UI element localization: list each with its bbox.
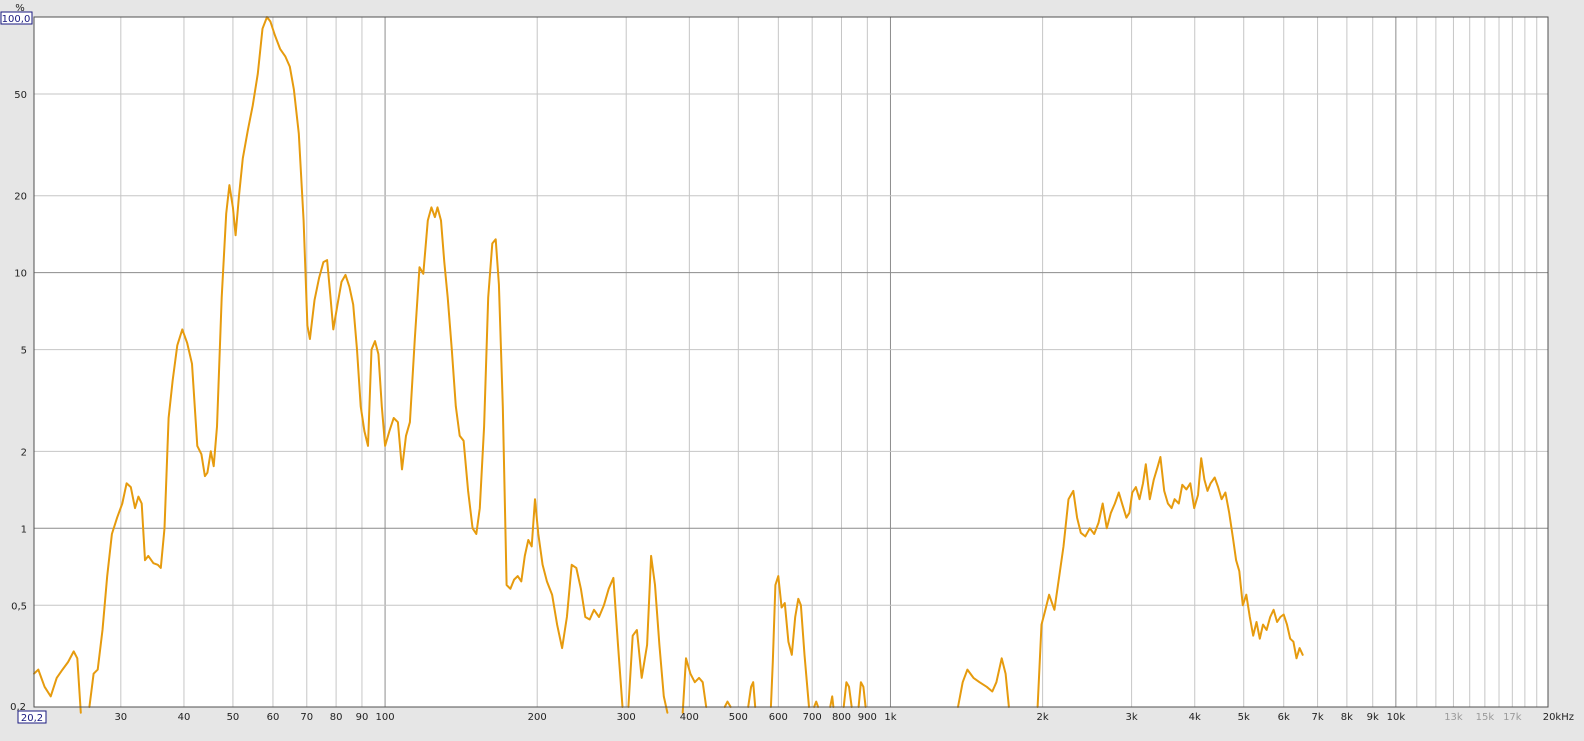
x-tick-label: 300: [617, 712, 636, 723]
x-tick-label: 700: [803, 712, 822, 723]
x-left-label: 20,2: [21, 713, 43, 724]
x-tick-label: 100: [376, 712, 395, 723]
chart-svg: 30 40 50 60 70 80 90 100 200 300 400 500 600 700 800 90…: [0, 3, 1574, 724]
y-tick-label: 10: [14, 269, 27, 280]
plot-area: [34, 17, 1548, 707]
x-tick-label: 400: [680, 712, 699, 723]
x-tick-label: 9k: [1367, 712, 1379, 723]
x-tick-label: 17k: [1503, 712, 1522, 723]
frequency-response-chart: 30 40 50 60 70 80 90 100 200 300 400 500 600 700 800 90…: [0, 0, 1584, 736]
x-tick-label: 80: [330, 712, 343, 723]
x-tick-label: 15k: [1476, 712, 1495, 723]
x-tick-label: 900: [858, 712, 877, 723]
x-tick-label: 20kHz: [1543, 712, 1574, 723]
x-tick-label: 200: [528, 712, 547, 723]
x-tick-label: 500: [729, 712, 748, 723]
x-tick-label: 1k: [884, 712, 896, 723]
x-tick-label: 40: [178, 712, 191, 723]
x-tick-label: 800: [832, 712, 851, 723]
x-tick-label: 70: [300, 712, 313, 723]
y-tick-label: 2: [21, 447, 27, 458]
x-tick-label: 6k: [1278, 712, 1290, 723]
y-top-label: 100,0: [2, 14, 31, 25]
x-tick-label: 10k: [1387, 712, 1406, 723]
x-tick-label: 2k: [1037, 712, 1049, 723]
y-tick-label: 20: [14, 192, 27, 203]
y-tick-label: 50: [14, 90, 27, 101]
x-tick-label: 30: [114, 712, 127, 723]
x-tick-label: 90: [356, 712, 369, 723]
y-tick-label: 1: [21, 524, 27, 535]
x-tick-label: 50: [227, 712, 240, 723]
x-tick-label: 4k: [1189, 712, 1201, 723]
x-tick-label: 7k: [1311, 712, 1323, 723]
x-tick-label: 8k: [1341, 712, 1353, 723]
x-tick-label: 60: [267, 712, 280, 723]
x-tick-label: 5k: [1238, 712, 1250, 723]
x-tick-label: 3k: [1126, 712, 1138, 723]
y-tick-label: 0,5: [11, 601, 27, 612]
x-tick-label: 600: [769, 712, 788, 723]
x-tick-label: 13k: [1444, 712, 1463, 723]
y-tick-label: 5: [21, 346, 27, 357]
